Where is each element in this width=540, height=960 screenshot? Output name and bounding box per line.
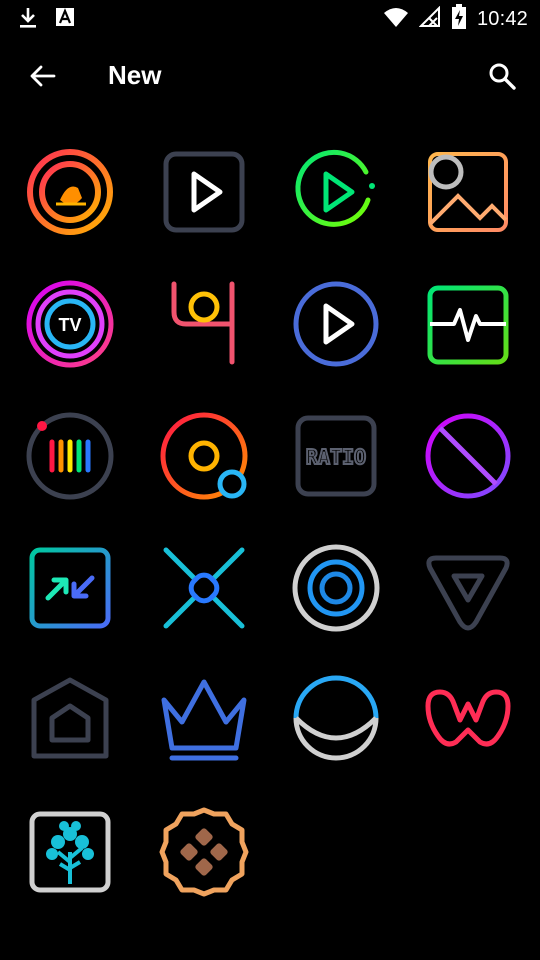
crown-icon[interactable] [154,670,254,770]
ratio-icon[interactable]: RATIO [286,406,386,506]
resize-arrows-icon[interactable] [20,538,120,638]
pulse-monitor-icon[interactable] [418,274,518,374]
wifi-icon [383,6,409,32]
page-title: New [108,60,162,90]
ratio-label: RATIO [306,445,366,469]
search-icon [487,61,517,95]
disc-target-icon[interactable] [154,406,254,506]
triangle-shield-icon[interactable] [418,538,518,638]
tv-circle-icon[interactable]: TV [20,274,120,374]
font-a-icon [54,6,76,34]
home-hexagon-icon[interactable] [20,670,120,770]
tv-label: TV [58,315,81,335]
tree-square-icon[interactable] [20,802,120,902]
cookie-gamepad-icon[interactable] [154,802,254,902]
letter-w-icon[interactable] [418,670,518,770]
no-symbol-icon[interactable] [418,406,518,506]
play-square-icon[interactable] [154,142,254,242]
circle-logo-orange-icon[interactable] [20,142,120,242]
app-bar: New [0,46,540,110]
battery-charging-icon [451,4,467,34]
status-bar: 10:42 [0,0,540,36]
search-button[interactable] [482,58,522,98]
play-circle-blue-icon[interactable] [286,274,386,374]
play-circle-green-icon[interactable] [286,142,386,242]
no-signal-icon [418,5,441,32]
back-button[interactable] [22,60,62,96]
moon-circle-icon[interactable] [286,670,386,770]
concentric-rings-icon[interactable] [286,538,386,638]
arrow-back-icon [28,62,56,94]
cross-link-icon[interactable] [154,538,254,638]
status-time: 10:42 [476,7,528,30]
gallery-image-icon[interactable] [418,142,518,242]
hook-symbol-icon[interactable] [154,274,254,374]
equalizer-circle-icon[interactable] [20,406,120,506]
download-icon [18,6,38,34]
